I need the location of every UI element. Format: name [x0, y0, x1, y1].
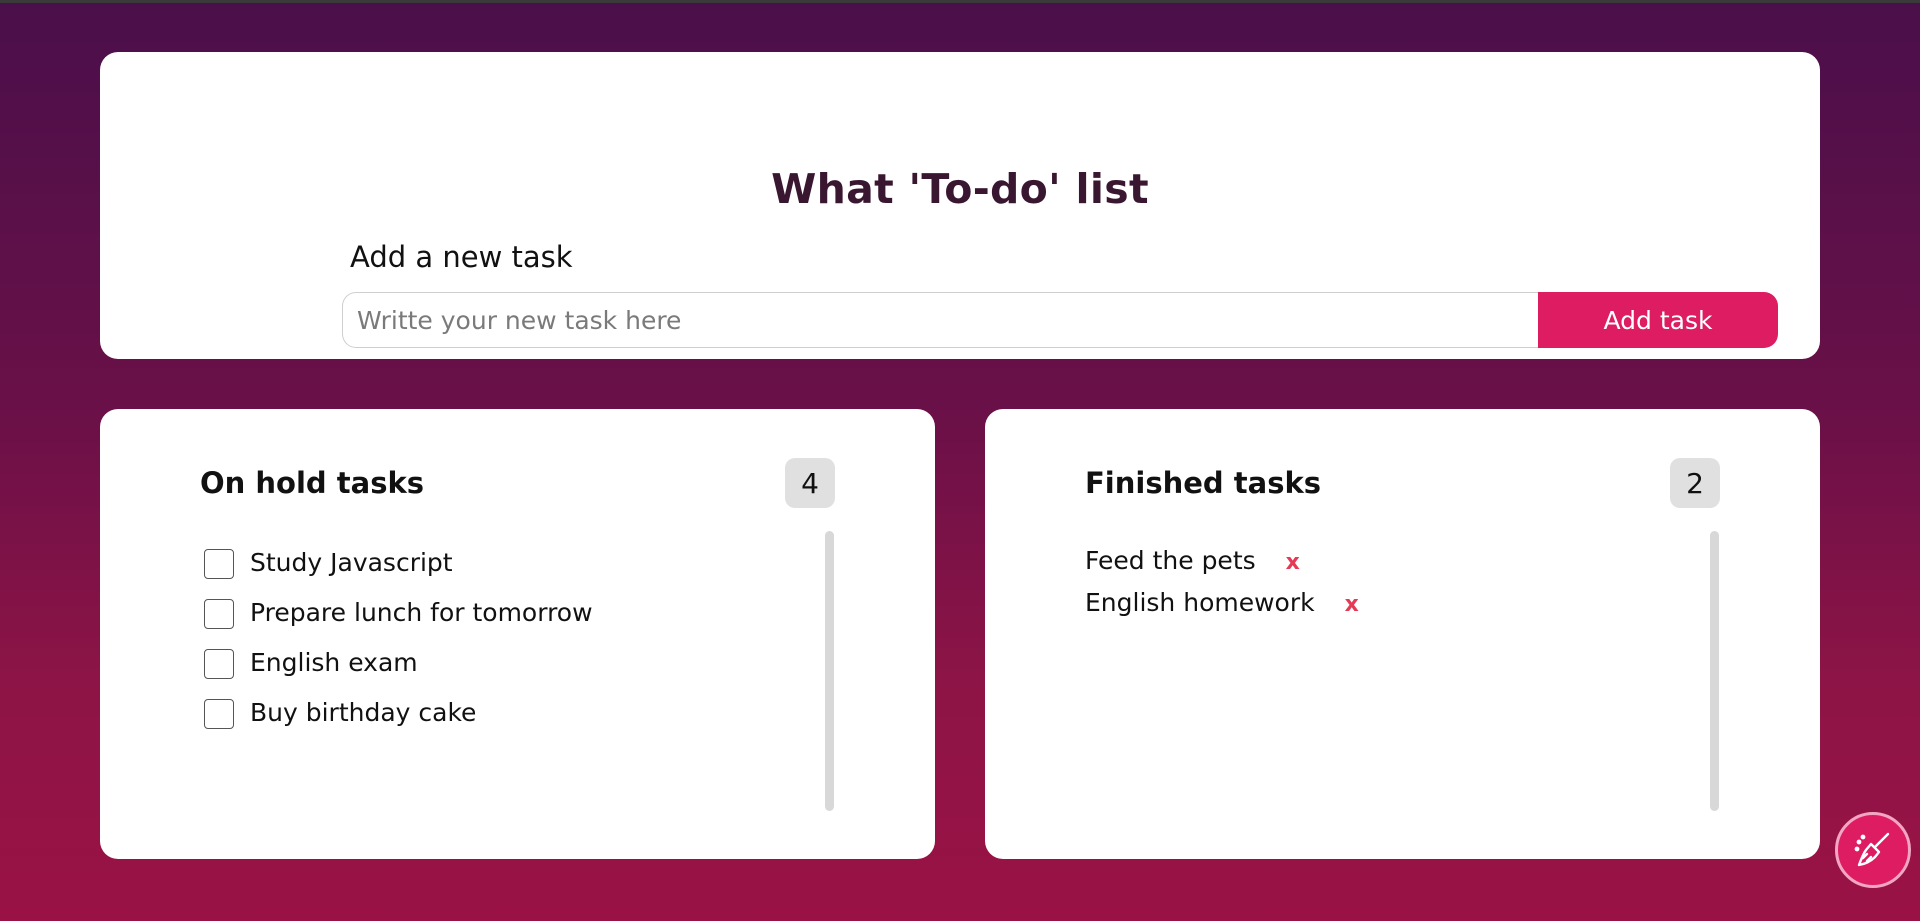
task-label: English exam	[250, 647, 418, 677]
task-checkbox[interactable]	[204, 649, 234, 679]
on-hold-title: On hold tasks	[200, 466, 424, 500]
clear-tasks-button[interactable]	[1835, 812, 1911, 888]
finished-list: Feed the pets x English homework x	[1085, 539, 1359, 623]
delete-task-button[interactable]: x	[1345, 592, 1359, 617]
list-item: Study Javascript	[204, 537, 593, 587]
broom-icon	[1854, 832, 1890, 867]
top-border	[0, 0, 1920, 3]
list-item: English exam	[204, 637, 593, 687]
task-label: Prepare lunch for tomorrow	[250, 597, 593, 627]
add-task-card: What 'To-do' list Add a new task Add tas…	[100, 52, 1820, 359]
finished-count-badge: 2	[1670, 458, 1720, 508]
page-title: What 'To-do' list	[771, 165, 1149, 213]
list-item: Feed the pets x	[1085, 539, 1359, 581]
finished-task-label: Feed the pets	[1085, 545, 1256, 575]
on-hold-card: On hold tasks 4 Study Javascript Prepare…	[100, 409, 935, 859]
task-checkbox[interactable]	[204, 699, 234, 729]
on-hold-list: Study Javascript Prepare lunch for tomor…	[204, 537, 593, 737]
add-task-form: Add task	[342, 292, 1778, 348]
new-task-input[interactable]	[342, 292, 1538, 348]
finished-scrollbar[interactable]	[1710, 531, 1719, 811]
task-label: Buy birthday cake	[250, 697, 477, 727]
task-checkbox[interactable]	[204, 549, 234, 579]
task-label: Study Javascript	[250, 547, 453, 577]
list-item: Buy birthday cake	[204, 687, 593, 737]
list-item: English homework x	[1085, 581, 1359, 623]
delete-task-button[interactable]: x	[1286, 550, 1300, 575]
finished-title: Finished tasks	[1085, 466, 1322, 500]
on-hold-scrollbar[interactable]	[825, 531, 834, 811]
list-item: Prepare lunch for tomorrow	[204, 587, 593, 637]
task-checkbox[interactable]	[204, 599, 234, 629]
finished-task-label: English homework	[1085, 587, 1315, 617]
on-hold-count-badge: 4	[785, 458, 835, 508]
finished-card: Finished tasks 2 Feed the pets x English…	[985, 409, 1820, 859]
add-task-label: Add a new task	[350, 240, 573, 274]
add-task-button[interactable]: Add task	[1538, 292, 1778, 348]
